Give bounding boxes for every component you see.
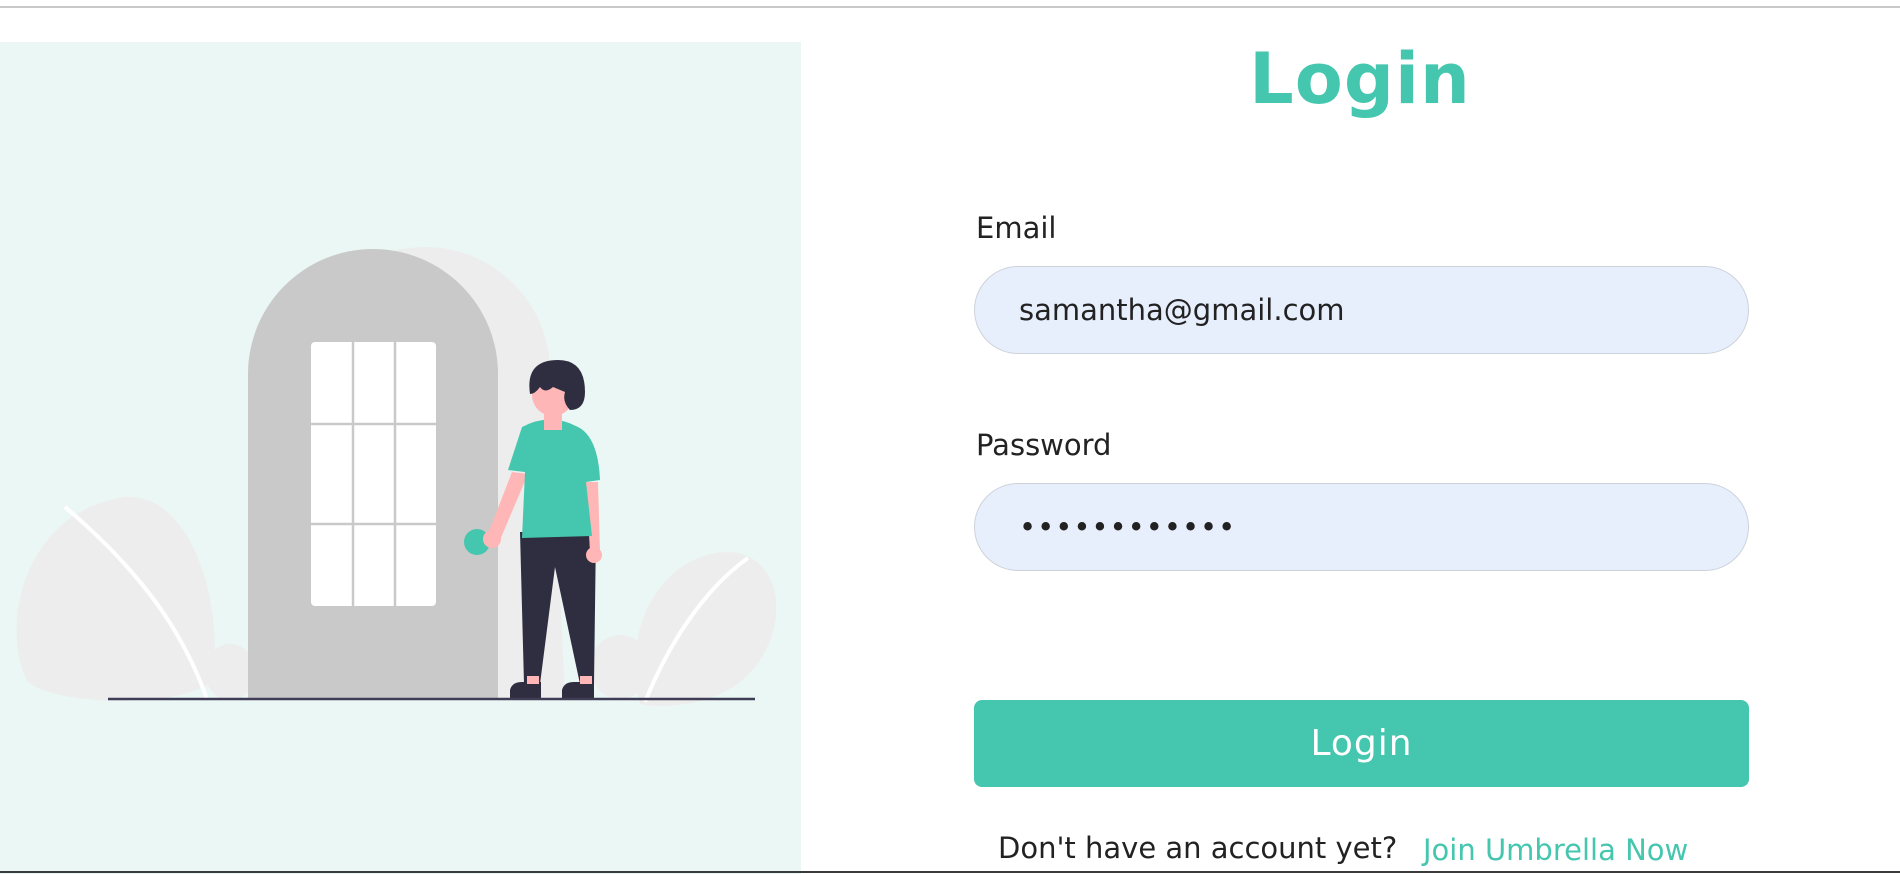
password-field[interactable] bbox=[974, 483, 1749, 571]
join-link[interactable]: Join Umbrella Now bbox=[1423, 833, 1688, 867]
person-at-door-illustration bbox=[16, 247, 777, 706]
login-form: Login Email Password Login Don't have an… bbox=[801, 0, 1900, 874]
email-field[interactable] bbox=[974, 266, 1749, 354]
email-label: Email bbox=[976, 211, 1057, 245]
signup-prompt: Don't have an account yet? bbox=[998, 831, 1398, 865]
illustration-panel bbox=[0, 42, 801, 874]
signup-row: Don't have an account yet? Join Umbrella… bbox=[998, 828, 1758, 868]
page-title: Login bbox=[1249, 38, 1471, 120]
login-button[interactable]: Login bbox=[974, 700, 1749, 787]
bottom-divider bbox=[0, 871, 1900, 873]
password-label: Password bbox=[976, 428, 1112, 462]
